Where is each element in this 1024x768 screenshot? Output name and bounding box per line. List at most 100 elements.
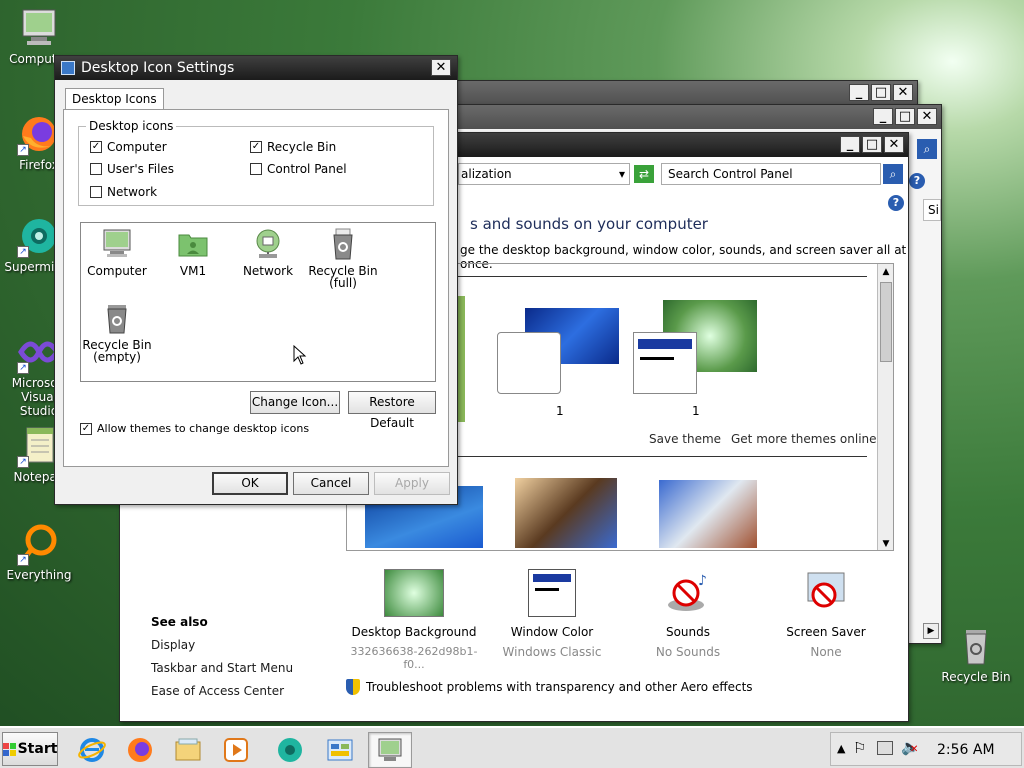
network-status-icon[interactable] (877, 741, 893, 755)
checkbox-label: Network (107, 185, 158, 199)
desktop-icon-everything[interactable]: ↗ Everything (2, 522, 76, 582)
address-bar[interactable]: alization ▾ (458, 163, 630, 185)
taskbar-supermium[interactable] (268, 732, 312, 768)
screen-saver-item[interactable]: Screen Saver None (764, 569, 888, 659)
save-theme-link[interactable]: Save theme (649, 432, 721, 446)
supermium-icon (278, 738, 302, 762)
show-hidden-icons-icon[interactable]: ▲ (837, 742, 845, 755)
icon-vm1[interactable]: VM1 (153, 227, 233, 277)
file-explorer-icon (175, 738, 201, 761)
icon-computer[interactable]: Computer (77, 227, 157, 277)
theme-thumbnail[interactable] (659, 480, 757, 548)
desktop-icon-label: Firefox (19, 158, 59, 172)
item-subtitle: Windows Classic (502, 645, 602, 659)
title-bar[interactable]: _ □ ✕ (453, 105, 941, 129)
theme-count: 1 (556, 404, 564, 418)
ok-button[interactable]: OK (212, 472, 288, 495)
theme-window-preview (497, 332, 561, 394)
minimize-button[interactable]: _ (849, 84, 869, 101)
sounds-item[interactable]: ♪ Sounds No Sounds (628, 569, 748, 659)
theme-thumbnail[interactable] (515, 478, 617, 548)
maximize-button[interactable]: □ (862, 136, 882, 153)
title-bar[interactable]: _ □ ✕ (441, 81, 917, 105)
desktop-icon-settings-dialog[interactable]: Desktop Icon Settings ✕ Desktop Icons De… (54, 55, 458, 505)
taskbar-file-explorer[interactable] (166, 732, 210, 768)
apply-button[interactable]: Apply (374, 472, 450, 495)
tab-desktop-icons[interactable]: Desktop Icons (65, 88, 164, 110)
icon-list[interactable]: Computer VM1 Network Recycle Bin (full) (80, 222, 436, 382)
checkbox-users-files[interactable]: User's Files (90, 162, 174, 176)
desktop-icon-recycle-bin[interactable]: Recycle Bin (940, 624, 1012, 684)
desktop-background-item[interactable]: Desktop Background 332636638-262d98b1-f0… (348, 569, 480, 671)
see-also-title: See also (151, 615, 208, 629)
item-title: Desktop Background (351, 625, 477, 639)
vertical-scrollbar[interactable]: ▲ ▼ (877, 264, 893, 550)
restore-default-button[interactable]: Restore Default (348, 391, 436, 430)
window-color-item[interactable]: Window Color Windows Classic (490, 569, 614, 659)
screen-saver-icon (802, 569, 850, 617)
checkbox-control-panel[interactable]: Control Panel (250, 162, 347, 176)
shortcut-arrow-icon: ↗ (17, 456, 29, 468)
refresh-button[interactable]: ⇄ (634, 165, 654, 183)
clock[interactable]: 2:56 AM (937, 742, 995, 758)
checkbox-recycle-bin[interactable]: ✓ Recycle Bin (250, 140, 336, 154)
scroll-right-button[interactable]: ▶ (923, 623, 939, 639)
item-subtitle: None (810, 645, 842, 659)
checkbox-box[interactable]: ✓ (90, 141, 102, 153)
scrollbar-thumb[interactable] (880, 282, 892, 362)
search-input[interactable]: Search Control Panel (661, 163, 881, 185)
volume-muted-icon[interactable]: 🔈 ✕ (901, 738, 920, 756)
start-button[interactable]: Start (2, 732, 58, 766)
icon-network[interactable]: Network (228, 227, 308, 277)
minimize-button[interactable]: _ (873, 108, 893, 125)
minimize-button[interactable]: _ (840, 136, 860, 153)
action-center-flag-icon[interactable]: ⚐ (853, 739, 866, 757)
get-more-themes-link[interactable]: Get more themes online (731, 432, 877, 446)
system-tray: ▲ ⚐ 🔈 ✕ 2:56 AM (830, 732, 1022, 766)
taskbar-display-settings[interactable] (368, 732, 412, 768)
control-panel-icon (327, 739, 353, 761)
checkbox-box[interactable] (90, 163, 102, 175)
checkbox-network[interactable]: Network (90, 185, 157, 199)
see-also-ease-of-access-link[interactable]: Ease of Access Center (151, 684, 284, 698)
help-icon[interactable]: ? (888, 195, 904, 211)
maximize-button[interactable]: □ (895, 108, 915, 125)
column-header[interactable]: Si (923, 199, 941, 221)
checkbox-box[interactable] (90, 186, 102, 198)
shortcut-arrow-icon: ↗ (17, 144, 29, 156)
icon-recycle-bin-empty[interactable]: Recycle Bin (empty) (77, 301, 157, 363)
close-button[interactable]: ✕ (917, 108, 937, 125)
close-button[interactable]: ✕ (893, 84, 913, 101)
close-button[interactable]: ✕ (431, 59, 451, 76)
checkbox-box[interactable] (250, 163, 262, 175)
taskbar-firefox[interactable] (118, 732, 162, 768)
troubleshoot-link[interactable]: Troubleshoot problems with transparency … (346, 679, 753, 695)
help-icon[interactable]: ? (909, 173, 925, 189)
search-icon[interactable]: ⌕ (917, 139, 937, 159)
see-also-taskbar-link[interactable]: Taskbar and Start Menu (151, 661, 293, 675)
windows-logo-icon (2, 742, 16, 756)
see-also-display-link[interactable]: Display (151, 638, 195, 652)
cancel-button[interactable]: Cancel (293, 472, 369, 495)
dropdown-arrow-icon[interactable]: ▾ (619, 164, 625, 184)
desktop-icon-label: Recycle Bin (941, 670, 1011, 684)
icon-recycle-bin-full[interactable]: Recycle Bin (full) (303, 227, 383, 289)
title-bar[interactable]: Desktop Icon Settings ✕ (55, 56, 457, 80)
taskbar-media-player[interactable] (214, 732, 258, 768)
maximize-button[interactable]: □ (871, 84, 891, 101)
checkbox-label: User's Files (107, 162, 175, 176)
checkbox-box[interactable]: ✓ (80, 422, 92, 435)
taskbar-control-panel[interactable] (318, 732, 362, 768)
close-button[interactable]: ✕ (884, 136, 904, 153)
taskbar: Start ▲ ⚐ 🔈 ✕ 2:56 AM (0, 726, 1024, 768)
search-icon[interactable]: ⌕ (883, 164, 903, 184)
checkbox-computer[interactable]: ✓ Computer (90, 140, 167, 154)
recycle-bin-full-icon (326, 227, 360, 261)
shortcut-arrow-icon: ↗ (17, 554, 29, 566)
checkbox-box[interactable]: ✓ (250, 141, 262, 153)
shortcut-arrow-icon: ↗ (17, 362, 29, 374)
start-label: Start (17, 741, 58, 757)
checkbox-allow-themes[interactable]: ✓ Allow themes to change desktop icons (80, 422, 309, 435)
taskbar-internet-explorer[interactable] (70, 732, 114, 768)
change-icon-button[interactable]: Change Icon... (250, 391, 340, 414)
